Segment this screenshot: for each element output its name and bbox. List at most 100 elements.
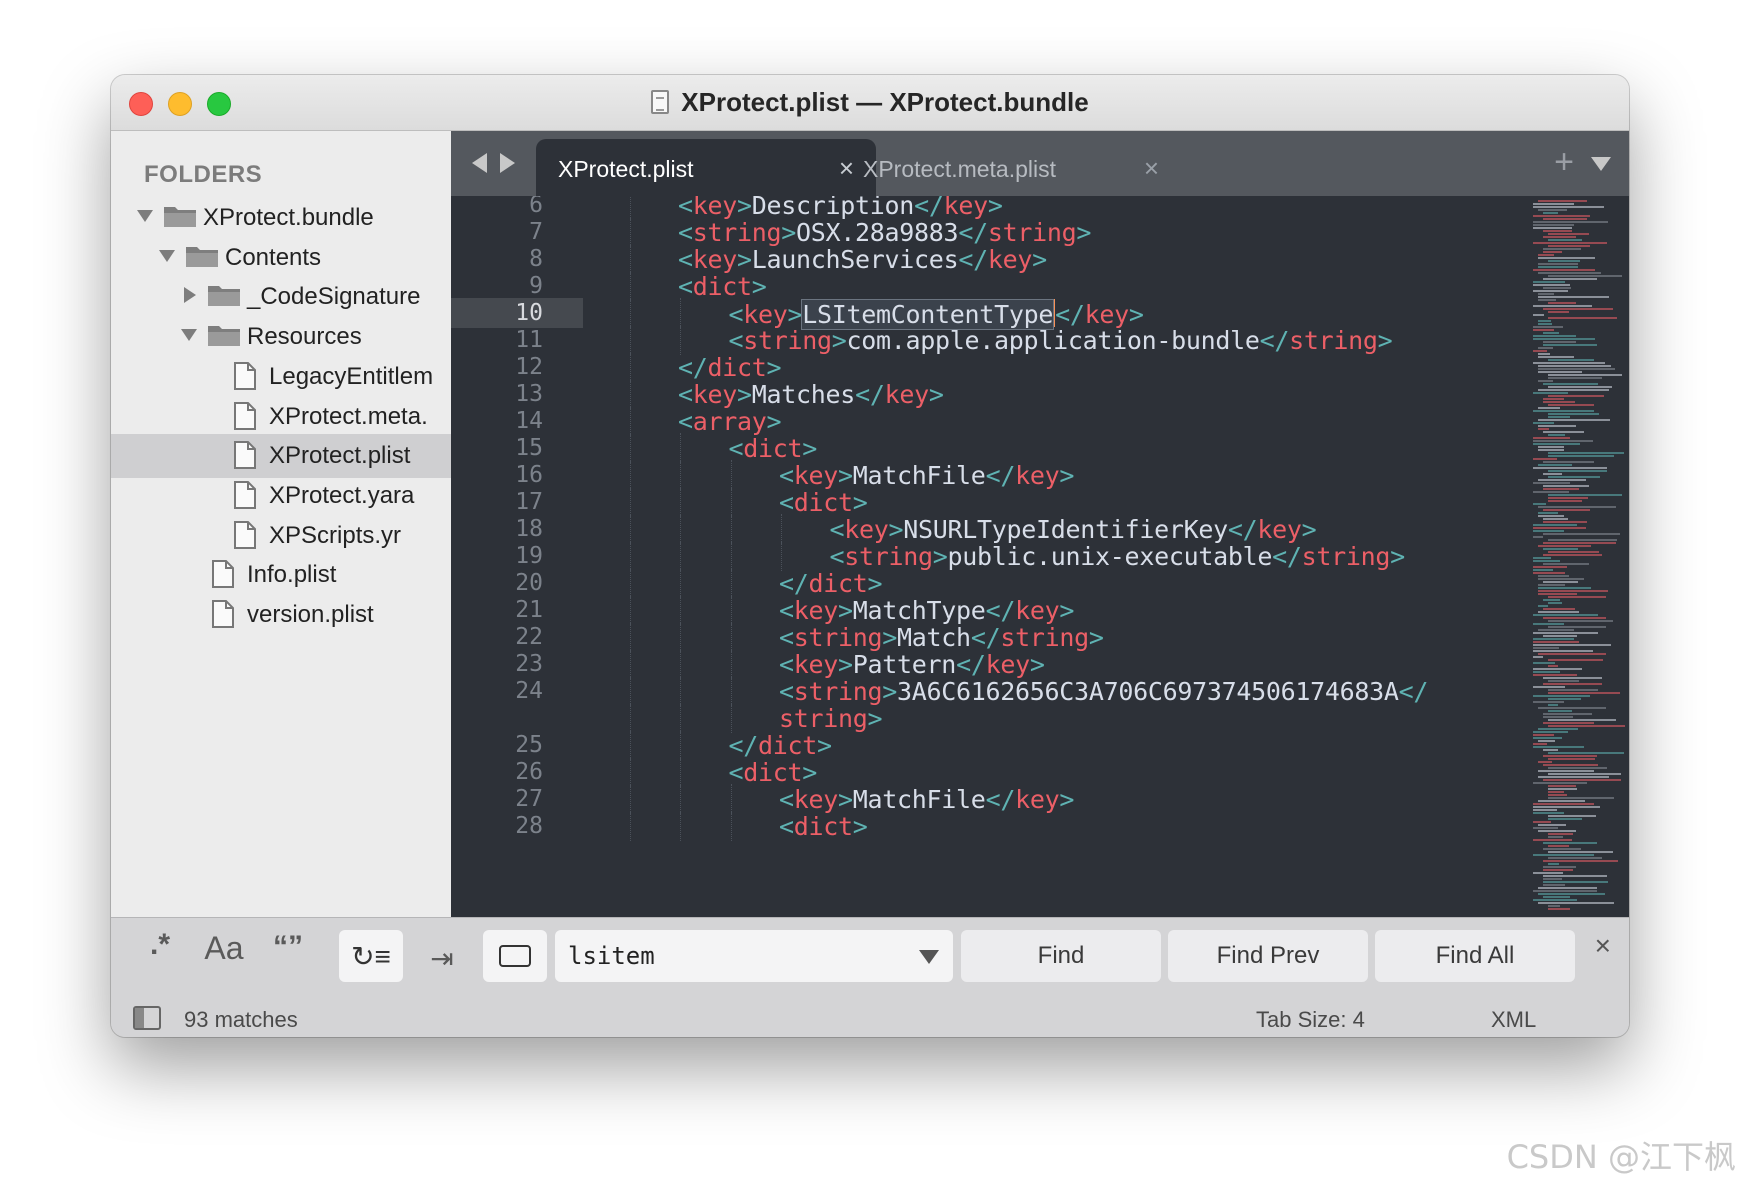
tab-size-selector[interactable]: Tab Size: 4 [1256, 1007, 1365, 1033]
tab-xprotect-plist[interactable]: XProtect.plist × [536, 139, 876, 196]
minimap-line [1533, 560, 1560, 562]
sidebar-item-xprotect-meta[interactable]: XProtect.meta. [111, 395, 451, 439]
tab-close-icon[interactable]: × [1144, 153, 1159, 184]
minimap-line [1548, 233, 1589, 235]
sidebar-item-label: XProtect.plist [269, 442, 411, 470]
minimap-line [1533, 695, 1590, 697]
new-tab-plus-icon[interactable]: + [1554, 143, 1574, 182]
tab-forward-arrow-icon[interactable] [500, 153, 515, 173]
tab-list-chevron-icon[interactable] [1591, 157, 1611, 171]
minimap-line [1543, 848, 1581, 850]
sidebar-item-xprotect-plist[interactable]: XProtect.plist [111, 434, 451, 479]
minimap-line [1533, 269, 1595, 271]
in-selection-toggle[interactable]: ⇥ [411, 930, 473, 982]
xml-tag-name: key [793, 596, 839, 625]
sidebar-item-xprotect-bundle[interactable]: XProtect.bundle [111, 196, 451, 240]
minimap-line [1533, 557, 1551, 559]
minimap-line [1548, 836, 1563, 838]
minimap-line [1533, 536, 1543, 538]
xml-tag-name: string [1000, 623, 1089, 652]
find-close-icon[interactable]: × [1595, 930, 1611, 962]
tab-xprotect-meta-plist[interactable]: XProtect.meta.plist × [841, 139, 1181, 196]
minimap-line [1533, 206, 1604, 208]
indent-guide [730, 811, 732, 841]
sidebar-item-legacyentitlem[interactable]: LegacyEntitlem [111, 355, 451, 399]
line-number: 8 [529, 246, 543, 272]
highlight-matches-toggle[interactable] [483, 930, 547, 982]
minimap-line [1543, 635, 1577, 637]
sidebar-item-label: XProtect.meta. [269, 402, 428, 430]
indent-guide [629, 811, 631, 841]
disclosure-open-icon[interactable] [159, 249, 175, 262]
regex-toggle[interactable]: .* [129, 928, 191, 980]
tab-back-arrow-icon[interactable] [472, 153, 487, 173]
sidebar-item-label: Info.plist [247, 561, 337, 589]
code-editor[interactable]: 6 <key>Description</key> 7 <string>OSX.28a9… [451, 196, 1629, 917]
find-all-button[interactable]: Find All [1375, 930, 1575, 982]
disclosure-open-icon[interactable] [137, 210, 153, 222]
minimap-line [1548, 497, 1588, 499]
minimap-line [1538, 887, 1597, 889]
disclosure-closed-icon[interactable] [184, 287, 196, 304]
minimap-line [1538, 830, 1576, 832]
xml-bracket: > [1088, 623, 1104, 652]
minimap-line [1538, 293, 1554, 295]
find-button[interactable]: Find [961, 930, 1161, 982]
xml-bracket: > [817, 731, 832, 760]
minimap-line [1533, 410, 1594, 412]
xml-bracket: </ [958, 218, 988, 247]
minimap-line [1533, 467, 1607, 469]
find-input-value: lsitem [568, 942, 655, 970]
find-bar: .* Aa “” ↻≡ ⇥ lsitem Find Find Prev Find… [111, 917, 1629, 1001]
xml-tag-name: string [779, 704, 868, 733]
whole-word-toggle[interactable]: “” [257, 930, 319, 982]
sidebar-item-version-plist[interactable]: version.plist [111, 593, 451, 637]
indent-guide [629, 622, 631, 652]
indent-guide [680, 676, 681, 706]
syntax-selector[interactable]: XML [1491, 1007, 1536, 1033]
minimap-line [1548, 665, 1558, 667]
minimap[interactable] [1525, 196, 1629, 917]
minimap-line [1543, 218, 1587, 220]
watermark: CSDN @江下枫 [1506, 1138, 1736, 1176]
minimap-line [1548, 815, 1596, 817]
minimap-line [1538, 761, 1552, 763]
wrap-toggle[interactable]: ↻≡ [339, 930, 403, 982]
indent-guide [680, 487, 681, 517]
sidebar-item-info-plist[interactable]: Info.plist [111, 553, 451, 597]
code-line: 17 <dict> [451, 487, 1629, 517]
find-history-dropdown-icon[interactable] [919, 950, 939, 964]
minimap-line [1543, 473, 1562, 475]
code-line: 9 <dict> [451, 271, 1629, 301]
sidebar-item-xprotect-yara[interactable]: XProtect.yara [111, 474, 451, 518]
xml-bracket: < [779, 488, 794, 517]
minimap-line [1543, 230, 1572, 232]
line-number: 7 [529, 219, 543, 245]
code-line: 7 <string>OSX.28a9883</string> [451, 217, 1629, 247]
minimap-line [1533, 731, 1568, 733]
minimap-line [1548, 620, 1613, 622]
xml-tag-name: key [1015, 461, 1060, 490]
line-number: 26 [515, 759, 543, 785]
find-prev-button[interactable]: Find Prev [1168, 930, 1368, 982]
minimap-line [1538, 728, 1578, 730]
sidebar-toggle-icon[interactable] [133, 1006, 161, 1030]
case-sensitive-toggle[interactable]: Aa [193, 930, 255, 982]
sidebar-item-xpscripts-yr[interactable]: XPScripts.yr [111, 514, 451, 558]
status-bar: 93 matches Tab Size: 4 XML [111, 1001, 1629, 1037]
code-line: 26 <dict> [451, 757, 1629, 787]
xml-tag-name: string [987, 218, 1077, 247]
sidebar-item--codesignature[interactable]: _CodeSignature [111, 275, 451, 319]
indent-guide [680, 649, 681, 679]
disclosure-open-icon[interactable] [181, 329, 197, 342]
indent-guide [629, 379, 631, 409]
sidebar-item-contents[interactable]: Contents [111, 236, 451, 280]
file-icon [233, 480, 257, 509]
sidebar-item-resources[interactable]: Resources [111, 315, 451, 359]
minimap-line [1538, 629, 1574, 631]
xml-bracket: < [779, 596, 794, 625]
minimap-line [1533, 827, 1558, 829]
find-input[interactable]: lsitem [555, 930, 953, 982]
xml-bracket: > [867, 704, 883, 733]
xml-bracket: > [882, 677, 898, 706]
